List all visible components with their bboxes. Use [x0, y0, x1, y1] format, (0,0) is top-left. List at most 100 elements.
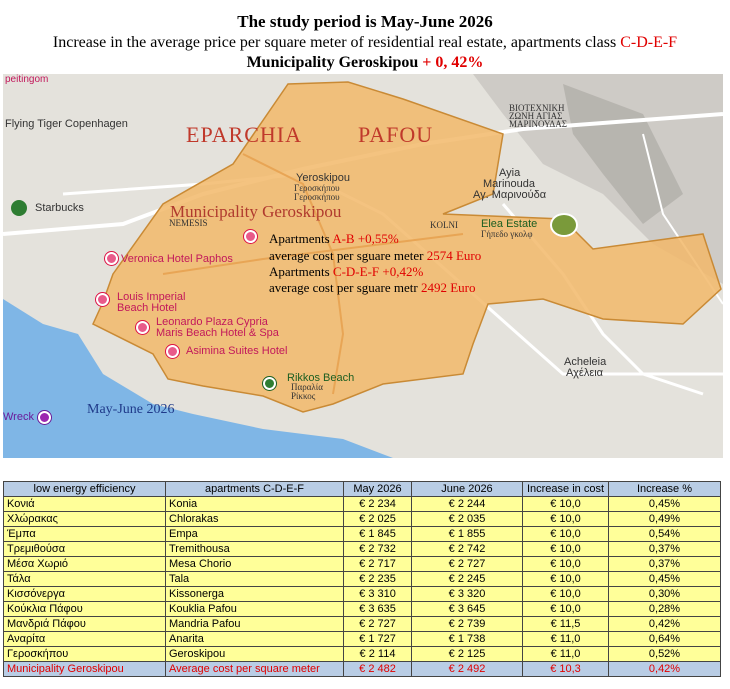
table-row: Μέσα Χωριό Mesa Chorio € 2 717 € 2 727 € 10,…	[3, 556, 721, 572]
municipality-heading: Municipality Geroskipou + 0, 42%	[0, 54, 730, 72]
wreck-pin-icon[interactable]	[38, 411, 51, 424]
table-cell: € 2 244	[411, 496, 523, 512]
table-row: Κονιά Konia € 2 234 € 2 244 € 10,0 0,45%	[3, 496, 721, 512]
map-label-elea-gr: Γήπεδο γκολφ	[481, 229, 533, 239]
table-cell: Chlorakas	[165, 511, 344, 527]
annotation-cdef-cost: average cost per sguare metr 2492 Euro	[269, 280, 475, 296]
table-row: Γεροσκήπου Geroskipou € 2 114 € 2 125 € 11,0…	[3, 646, 721, 662]
table-cell: € 3 320	[411, 586, 523, 602]
table-cell: 0,37%	[608, 541, 721, 557]
map-label-asimina[interactable]: Asimina Suites Hotel	[186, 345, 288, 357]
hotel-pin-icon[interactable]	[244, 230, 257, 243]
table-cell: € 2 035	[411, 511, 523, 527]
table-cell: 0,45%	[608, 496, 721, 512]
table-cell: € 10,0	[522, 526, 609, 542]
map-label-louis-2[interactable]: Beach Hotel	[117, 302, 177, 314]
table-cell: Μέσα Χωριό	[3, 556, 166, 572]
table-cell: 0,45%	[608, 571, 721, 587]
table-cell: € 1 855	[411, 526, 523, 542]
table-cell: € 1 727	[343, 631, 412, 647]
table-cell: 0,37%	[608, 556, 721, 572]
subtitle-class: C-D-E-F	[620, 34, 678, 51]
annotation-cdef-label: Apartments	[269, 264, 333, 279]
table-total-cell: € 2 492	[411, 661, 523, 677]
table-cell: Μανδριά Πάφου	[3, 616, 166, 632]
table-total-cell: € 2 482	[343, 661, 412, 677]
table-cell: Έμπα	[3, 526, 166, 542]
page-title: The study period is May-June 2026	[237, 12, 493, 31]
golf-course-icon	[550, 213, 578, 237]
table-cell: 0,52%	[608, 646, 721, 662]
table-cell: € 11,0	[522, 646, 609, 662]
table-cell: Κονιά	[3, 496, 166, 512]
map-view[interactable]: peitingom Flying Tiger Copenhagen Starbu…	[3, 74, 723, 458]
table-cell: € 3 310	[343, 586, 412, 602]
table-cell: Anarita	[165, 631, 344, 647]
table-header-row: low energy efficiency apartments C-D-E-F M…	[3, 481, 721, 497]
table-cell: Konia	[165, 496, 344, 512]
table-cell: € 2 717	[343, 556, 412, 572]
table-row: Τάλα Tala € 2 235 € 2 245 € 10,0 0,45%	[3, 571, 721, 587]
table-cell: € 10,0	[522, 571, 609, 587]
annotation-cdef-class: C-D-E-F +0,42%	[332, 264, 424, 279]
table-cell: € 11,0	[522, 631, 609, 647]
table-cell: € 2 235	[343, 571, 412, 587]
map-label-starbucks: Starbucks	[35, 202, 84, 214]
table-cell: € 1 738	[411, 631, 523, 647]
table-cell: € 10,0	[522, 586, 609, 602]
municipality-heading-value: + 0, 42%	[422, 54, 484, 71]
table-cell: € 3 645	[411, 601, 523, 617]
asimina-hotel-pin-icon[interactable]	[166, 345, 179, 358]
table-cell: € 2 727	[343, 616, 412, 632]
table-cell: € 2 125	[411, 646, 523, 662]
table-cell: Kouklia Pafou	[165, 601, 344, 617]
map-label-flying-tiger: Flying Tiger Copenhagen	[5, 118, 128, 130]
annotation-cdef-cost-label: average cost per sguare metr	[269, 280, 421, 295]
map-label-period: May-June 2026	[87, 402, 175, 417]
table-cell: € 2 245	[411, 571, 523, 587]
table-cell: € 11,5	[522, 616, 609, 632]
table-row: Μανδριά Πάφου Mandria Pafou € 2 727 € 2 739…	[3, 616, 721, 632]
column-header: Increase in cost	[522, 481, 609, 497]
table-cell: € 2 234	[343, 496, 412, 512]
map-label-leonardo-2[interactable]: Maris Beach Hotel & Spa	[156, 327, 279, 339]
map-label-industrial-3: ΜΑΡΙΝΟΥΔΑΣ	[509, 119, 567, 129]
table-cell: € 2 732	[343, 541, 412, 557]
column-header: June 2026	[411, 481, 523, 497]
annotation-ab-class: A-B +0,55%	[332, 231, 399, 246]
map-label-eparchia: EPARCHIA	[186, 122, 302, 147]
price-table: low energy efficiency apartments C-D-E-F M…	[3, 481, 721, 677]
column-header: apartments C-D-E-F	[165, 481, 344, 497]
table-cell: Mesa Chorio	[165, 556, 344, 572]
table-cell: 0,28%	[608, 601, 721, 617]
annotation-ab-cost-value: 2574 Euro	[426, 248, 482, 263]
table-cell: Tala	[165, 571, 344, 587]
table-cell: € 3 635	[343, 601, 412, 617]
louis-hotel-pin-icon[interactable]	[96, 293, 109, 306]
beach-pin-icon[interactable]	[263, 377, 276, 390]
table-cell: 0,49%	[608, 511, 721, 527]
annotation-cdef: Apartments C-D-E-F +0,42%	[269, 264, 423, 280]
page-subtitle: Increase in the average price per square…	[0, 34, 730, 52]
map-label-kolni: KOLNI	[430, 220, 458, 230]
table-cell: Χλώρακας	[3, 511, 166, 527]
table-cell: € 10,0	[522, 496, 609, 512]
table-cell: 0,42%	[608, 616, 721, 632]
starbucks-icon	[11, 200, 27, 216]
map-label-municipality: Municipality Geroskipou	[170, 202, 342, 221]
table-cell: € 1 845	[343, 526, 412, 542]
subtitle-text: Increase in the average price per square…	[52, 34, 621, 51]
map-label-veronica[interactable]: Veronica Hotel Paphos	[121, 253, 233, 265]
map-label-top-left: peitingom	[5, 74, 49, 85]
table-cell: Αναρίτα	[3, 631, 166, 647]
table-cell: Κισσόνεργα	[3, 586, 166, 602]
table-cell: 0,30%	[608, 586, 721, 602]
leonardo-hotel-pin-icon[interactable]	[136, 321, 149, 334]
map-label-pafou: PAFOU	[358, 122, 434, 147]
veronica-hotel-pin-icon[interactable]	[105, 252, 118, 265]
table-row: Χλώρακας Chlorakas € 2 025 € 2 035 € 10,0 0,4…	[3, 511, 721, 527]
table-cell: € 10,0	[522, 541, 609, 557]
table-cell: Τάλα	[3, 571, 166, 587]
table-row: Αναρίτα Anarita € 1 727 € 1 738 € 11,0 0,64%	[3, 631, 721, 647]
table-row: Τρεμιθούσα Tremithousa € 2 732 € 2 742 € 10,…	[3, 541, 721, 557]
